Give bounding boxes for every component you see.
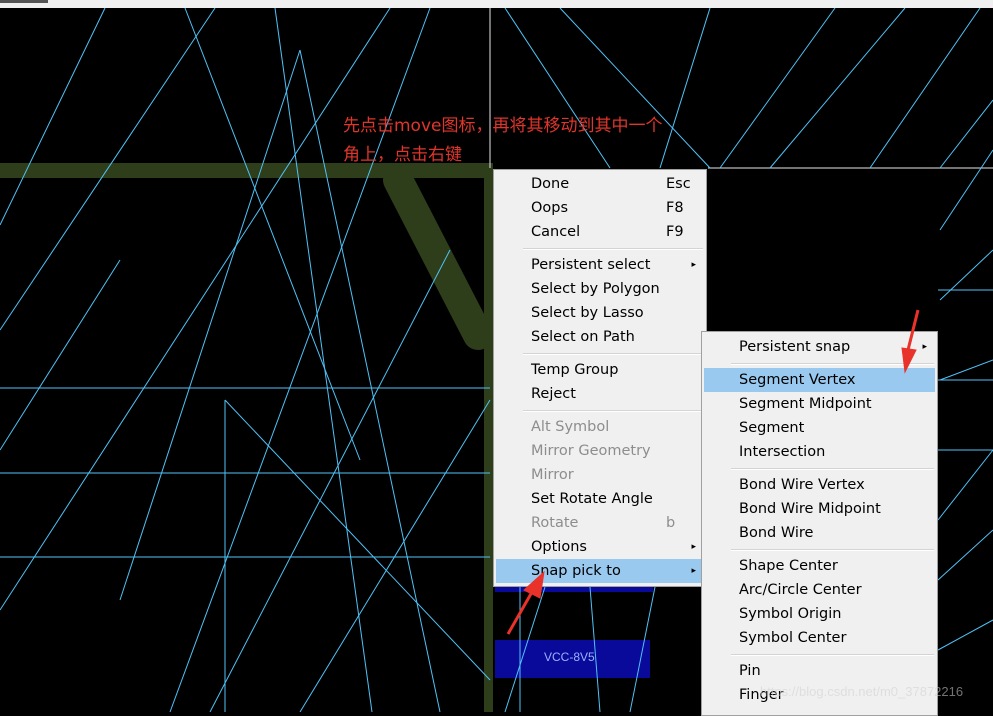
submenu-arrow-icon: ▸ xyxy=(922,342,927,352)
menu-separator xyxy=(523,248,703,250)
submenu-item-symbol-center[interactable]: Symbol Center xyxy=(704,626,935,650)
menu-item-label: Temp Group xyxy=(531,362,619,378)
watermark: https://blog.csdn.net/m0_37872216 xyxy=(760,684,964,699)
window-top-strip xyxy=(0,0,993,8)
shortcut-key: F8 xyxy=(666,200,684,216)
menu-item-persistent-select[interactable]: Persistent select ▸ xyxy=(496,253,704,277)
menu-item-label: Cancel xyxy=(531,224,581,240)
menu-item-options[interactable]: Options ▸ xyxy=(496,535,704,559)
menu-item-label: Options xyxy=(531,539,587,555)
menu-item-label: Bond Wire Vertex xyxy=(739,477,865,493)
menu-item-mirror: Mirror xyxy=(496,463,704,487)
menu-item-cancel[interactable]: Cancel F9 xyxy=(496,220,704,244)
menu-item-label: Segment Midpoint xyxy=(739,396,872,412)
menu-item-rotate: Rotate b xyxy=(496,511,704,535)
submenu-item-segment[interactable]: Segment xyxy=(704,416,935,440)
submenu-item-persistent-snap[interactable]: Persistent snap ▸ xyxy=(704,335,935,359)
submenu-item-segment-midpoint[interactable]: Segment Midpoint xyxy=(704,392,935,416)
menu-item-label: Mirror xyxy=(531,467,574,483)
menu-item-label: Intersection xyxy=(739,444,826,460)
menu-item-label: Select by Lasso xyxy=(531,305,644,321)
context-menu: Done Esc Oops F8 Cancel F9 Persistent se… xyxy=(493,169,707,587)
menu-item-label: Segment Vertex xyxy=(739,372,856,388)
menu-item-label: Segment xyxy=(739,420,805,436)
submenu-item-arc-circle-center[interactable]: Arc/Circle Center xyxy=(704,578,935,602)
menu-item-label: Select on Path xyxy=(531,329,635,345)
submenu-item-bond-wire-midpoint[interactable]: Bond Wire Midpoint xyxy=(704,497,935,521)
submenu-item-bond-wire-vertex[interactable]: Bond Wire Vertex xyxy=(704,473,935,497)
submenu-item-shape-center[interactable]: Shape Center xyxy=(704,554,935,578)
menu-item-select-on-path[interactable]: Select on Path xyxy=(496,325,704,349)
shortcut-key: Esc xyxy=(666,176,691,192)
submenu-arrow-icon: ▸ xyxy=(691,260,696,270)
menu-item-reject[interactable]: Reject xyxy=(496,382,704,406)
submenu-item-segment-vertex[interactable]: Segment Vertex xyxy=(704,368,935,392)
menu-item-done[interactable]: Done Esc xyxy=(496,172,704,196)
menu-separator xyxy=(523,410,703,412)
menu-item-label: Pin xyxy=(739,663,761,679)
window-title-fragment xyxy=(0,0,48,3)
menu-separator xyxy=(523,353,703,355)
submenu-arrow-icon: ▸ xyxy=(691,542,696,552)
menu-item-label: Select by Polygon xyxy=(531,281,660,297)
move-trace xyxy=(383,165,493,350)
menu-item-oops[interactable]: Oops F8 xyxy=(496,196,704,220)
menu-item-label: Persistent select xyxy=(531,257,651,273)
menu-item-label: Done xyxy=(531,176,570,192)
menu-item-label: Mirror Geometry xyxy=(531,443,651,459)
menu-separator xyxy=(731,468,934,470)
menu-separator xyxy=(731,654,934,656)
menu-item-temp-group[interactable]: Temp Group xyxy=(496,358,704,382)
menu-item-select-by-polygon[interactable]: Select by Polygon xyxy=(496,277,704,301)
submenu-item-symbol-origin[interactable]: Symbol Origin xyxy=(704,602,935,626)
menu-item-label: Bond Wire xyxy=(739,525,814,541)
submenu-item-intersection[interactable]: Intersection xyxy=(704,440,935,464)
menu-item-label: Snap pick to xyxy=(531,563,621,579)
menu-separator xyxy=(731,549,934,551)
annotation-text: 先点击move图标，再将其移动到其中一个 角上，点击右键 xyxy=(343,112,662,170)
submenu-item-bond-wire[interactable]: Bond Wire xyxy=(704,521,935,545)
menu-item-select-by-lasso[interactable]: Select by Lasso xyxy=(496,301,704,325)
menu-item-set-rotate-angle[interactable]: Set Rotate Angle xyxy=(496,487,704,511)
shortcut-key: F9 xyxy=(666,224,684,240)
menu-item-mirror-geometry: Mirror Geometry xyxy=(496,439,704,463)
menu-item-label: Oops xyxy=(531,200,569,216)
menu-item-label: Persistent snap xyxy=(739,339,851,355)
annotation-line-1: 先点击move图标，再将其移动到其中一个 xyxy=(343,116,663,136)
shortcut-key: b xyxy=(666,515,676,531)
menu-separator xyxy=(731,363,934,365)
menu-item-label: Alt Symbol xyxy=(531,419,610,435)
menu-item-label: Set Rotate Angle xyxy=(531,491,653,507)
menu-item-label: Reject xyxy=(531,386,576,402)
menu-item-label: Shape Center xyxy=(739,558,838,574)
menu-item-label: Bond Wire Midpoint xyxy=(739,501,881,517)
pad-net-label: VCC-8V5 xyxy=(544,650,595,664)
annotation-line-2: 角上，点击右键 xyxy=(343,145,462,165)
submenu-item-pin[interactable]: Pin xyxy=(704,659,935,683)
menu-item-snap-pick-to[interactable]: Snap pick to ▸ xyxy=(496,559,704,583)
menu-item-label: Symbol Center xyxy=(739,630,847,646)
menu-item-label: Arc/Circle Center xyxy=(739,582,862,598)
submenu-arrow-icon: ▸ xyxy=(691,566,696,576)
snap-submenu: Persistent snap ▸ Segment Vertex Segment… xyxy=(701,331,938,716)
menu-item-label: Symbol Origin xyxy=(739,606,842,622)
menu-item-label: Rotate xyxy=(531,515,579,531)
menu-item-alt-symbol: Alt Symbol xyxy=(496,415,704,439)
